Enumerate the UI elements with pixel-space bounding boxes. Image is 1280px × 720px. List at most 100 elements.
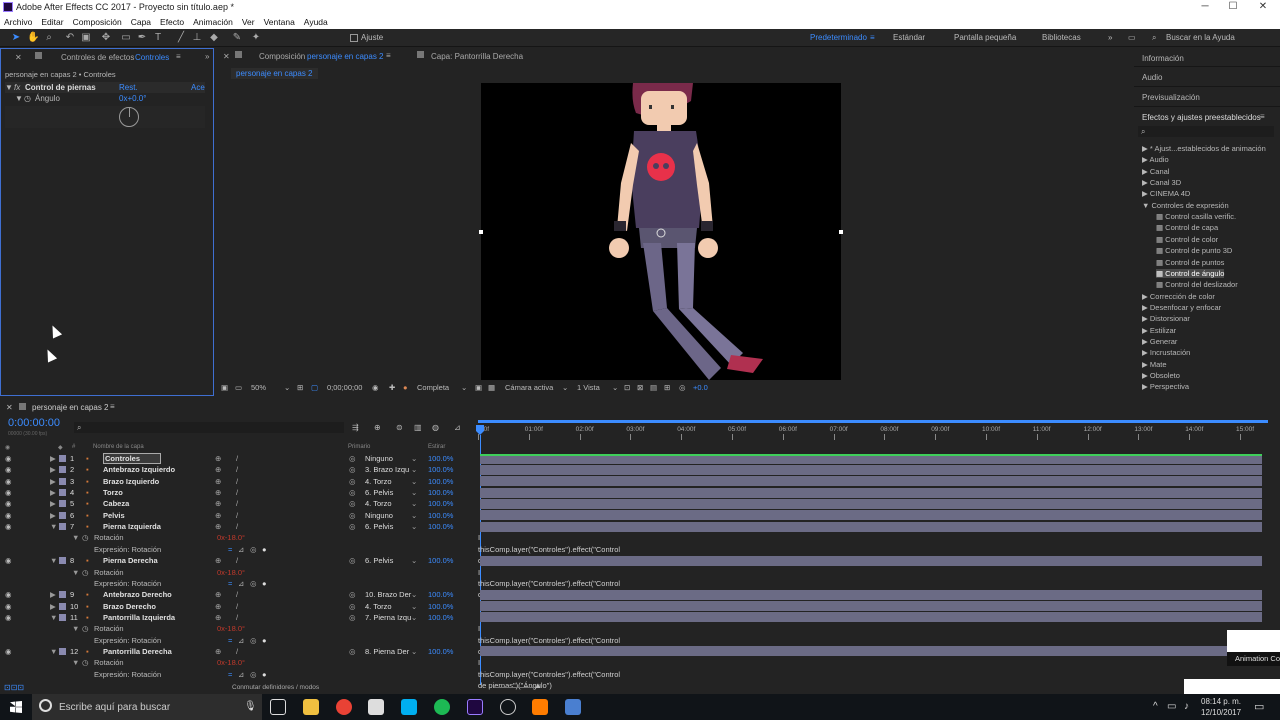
shy-switch-icon[interactable]: ⊕ (215, 464, 221, 475)
help-search-input[interactable]: Buscar en la Ayuda (1166, 33, 1235, 42)
layer-name[interactable]: Torzo (103, 487, 123, 498)
angle-param-value[interactable]: 0x+0.0° (119, 94, 146, 103)
pick-whip-icon[interactable]: ◎ (349, 453, 356, 464)
visibility-eye-icon[interactable]: ◉ (5, 555, 12, 566)
quality-switch-icon[interactable]: / (236, 589, 238, 600)
stretch-value[interactable]: 100.0% (428, 521, 453, 532)
property-value[interactable]: 0x-18.0° (217, 657, 245, 668)
camera-dropdown[interactable]: Cámara activa (505, 383, 553, 392)
parent-dropdown[interactable]: 4. Torzo (365, 498, 392, 509)
stretch-value[interactable]: 100.0% (428, 589, 453, 600)
property-row[interactable]: ▼ ◷ Rotación 0x-18.0° (0, 623, 476, 634)
expression-row[interactable]: Expresión: Rotación = ⊿ ◎ ● (0, 578, 476, 589)
mask-toggle-icon[interactable]: ▢ (311, 383, 318, 392)
layer-name[interactable]: Antebrazo Izquierdo (103, 464, 175, 475)
expand-triangle-icon[interactable]: ▼ (72, 623, 79, 634)
menu-ventana[interactable]: Ventana (260, 15, 300, 29)
expand-triangle-icon[interactable]: ▼ (72, 657, 79, 668)
clone-stamp-tool-icon[interactable]: ⊥ (191, 32, 203, 44)
text-tool-icon[interactable]: T (152, 32, 164, 44)
eraser-tool-icon[interactable]: ◆ (208, 32, 220, 44)
frame-blending-icon[interactable]: ▥ (414, 423, 422, 432)
expression-row[interactable]: Expresión: Rotación = ⊿ ◎ ● (0, 669, 476, 680)
expression-language-icon[interactable]: ● (262, 635, 267, 646)
graph-editor-icon[interactable]: ⊿ (454, 423, 461, 432)
minimize-button[interactable]: ─ (1190, 0, 1220, 15)
visibility-eye-icon[interactable]: ◉ (5, 498, 12, 509)
layer-name[interactable]: Brazo Derecho (103, 601, 156, 612)
shy-switch-icon[interactable]: ⊕ (215, 555, 221, 566)
chevron-down-icon[interactable]: ⌄ (411, 453, 417, 464)
pick-whip-icon[interactable]: ◎ (349, 487, 356, 498)
angle-dial[interactable] (119, 107, 139, 127)
camera-tool-icon[interactable]: ▣ (80, 32, 92, 44)
chevron-down-icon[interactable]: ⌄ (411, 612, 417, 623)
expression-enable-icon[interactable]: = (228, 669, 232, 680)
snap-checkbox[interactable] (350, 34, 358, 42)
effects-tree-item[interactable]: ▶ Canal (1142, 167, 1169, 176)
visibility-eye-icon[interactable]: ◉ (5, 453, 12, 464)
layer-duration-bar[interactable] (480, 464, 1262, 475)
brush-tool-icon[interactable]: ╱ (175, 32, 187, 44)
label-color-swatch[interactable] (59, 613, 66, 621)
parent-dropdown[interactable]: Ninguno (365, 510, 393, 521)
app-circle-icon[interactable] (500, 699, 516, 715)
expression-pickwhip-icon[interactable]: ◎ (250, 669, 257, 680)
chevron-down-icon[interactable]: ⌄ (411, 510, 417, 521)
effects-tree-item[interactable]: ▶ Corrección de color (1142, 292, 1215, 301)
menu-ayuda[interactable]: Ayuda (300, 15, 333, 29)
collapse-triangle-icon[interactable]: ▶ (1142, 326, 1150, 335)
panel-menu-icon[interactable]: ≡ (1260, 112, 1265, 121)
rectangle-tool-icon[interactable]: ▭ (120, 32, 132, 44)
layer-name[interactable]: Pierna Derecha (103, 555, 158, 566)
task-view-icon[interactable] (270, 699, 286, 715)
menu-ver[interactable]: Ver (238, 15, 260, 29)
time-ruler[interactable]: 00f 01:00f 02:00f 03:00f 04:00f 05:00f 06:00f 0… (478, 424, 1266, 442)
collapse-triangle-icon[interactable]: ▶ (50, 476, 56, 487)
clock-date[interactable]: 12/10/2017 (1201, 708, 1241, 717)
quality-switch-icon[interactable]: / (236, 487, 238, 498)
illustrator-icon[interactable] (532, 699, 548, 715)
composition-viewer[interactable] (481, 83, 841, 380)
network-icon[interactable]: ▭ (1167, 701, 1176, 712)
layer-name[interactable]: Cabeza (103, 498, 129, 509)
quality-switch-icon[interactable]: / (236, 453, 238, 464)
windows-start-icon[interactable] (10, 701, 22, 713)
chevron-down-icon[interactable]: ⌄ (411, 589, 417, 600)
collapse-triangle-icon[interactable]: ▶ (1142, 144, 1150, 153)
stopwatch-icon[interactable]: ◷ (24, 94, 31, 103)
layer-switches-icon[interactable]: ⊡⊡⊡ (4, 683, 24, 692)
rotate-tool-icon[interactable]: ↶ (64, 32, 76, 44)
stopwatch-icon[interactable]: ◷ (82, 532, 89, 543)
parent-dropdown[interactable]: 8. Pierna Der (365, 646, 409, 657)
sync-icon[interactable]: ▭ (1128, 33, 1136, 42)
effects-tree-item[interactable]: ▶ CINEMA 4D (1142, 189, 1190, 198)
expression-row[interactable]: Expresión: Rotación = ⊿ ◎ ● (0, 544, 476, 555)
safe-zones-icon[interactable]: ⊞ (297, 383, 303, 392)
shy-switch-icon[interactable]: ⊕ (215, 510, 221, 521)
timeline-tab[interactable]: personaje en capas 2 (32, 403, 109, 412)
expression-language-icon[interactable]: ● (262, 669, 267, 680)
flowchart-icon[interactable]: ⊞ (664, 383, 670, 392)
maximize-button[interactable]: ☐ (1218, 0, 1248, 15)
layer-name[interactable]: Pantorrilla Izquierda (103, 612, 175, 623)
comp-flowchart-icon[interactable]: ⇶ (352, 423, 359, 432)
stopwatch-icon[interactable]: ◷ (82, 567, 89, 578)
shy-switch-icon[interactable]: ⊕ (215, 453, 221, 464)
effects-tree-item[interactable]: ▶ Obsoleto (1142, 371, 1180, 380)
effects-tree-item[interactable]: ▦ Control de ángulo (1156, 268, 1225, 278)
expression-graph-icon[interactable]: ⊿ (238, 544, 244, 555)
chrome-icon[interactable] (336, 699, 352, 715)
volume-icon[interactable]: ♪ (1184, 701, 1189, 712)
quality-switch-icon[interactable]: / (236, 601, 238, 612)
stretch-value[interactable]: 100.0% (428, 487, 453, 498)
stretch-value[interactable]: 100.0% (428, 612, 453, 623)
effects-tree-item[interactable]: ▶ Desenfocar y enfocar (1142, 303, 1221, 312)
panel-close-icon[interactable]: ✕ (223, 52, 230, 61)
collapse-triangle-icon[interactable]: ▶ (1142, 303, 1150, 312)
layer-row[interactable]: ◉ ▼ 11 ▪ Pantorrilla Izquierda ⊕ / ◎ 7. Pierna I… (0, 612, 476, 623)
collapse-triangle-icon[interactable]: ▶ (1142, 348, 1150, 357)
property-value[interactable]: 0x-18.0° (217, 623, 245, 634)
label-color-swatch[interactable] (59, 602, 66, 610)
expand-triangle-icon[interactable]: ▼ (15, 94, 23, 103)
